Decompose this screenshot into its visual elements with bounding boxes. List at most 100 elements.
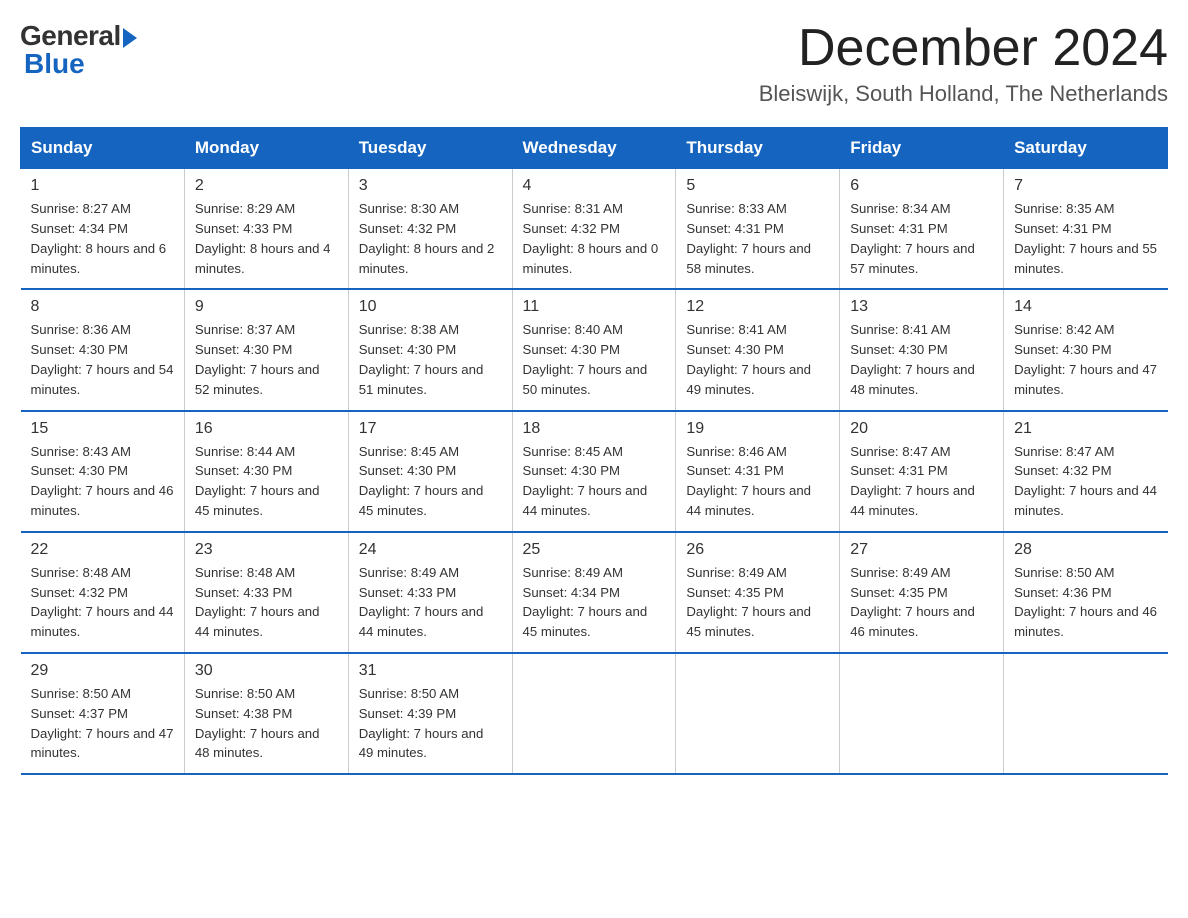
day-number: 8 (31, 298, 174, 316)
calendar-cell: 23 Sunrise: 8:48 AM Sunset: 4:33 PM Dayl… (184, 532, 348, 653)
day-info: Sunrise: 8:38 AM Sunset: 4:30 PM Dayligh… (359, 320, 502, 399)
day-number: 2 (195, 177, 338, 195)
day-info: Sunrise: 8:36 AM Sunset: 4:30 PM Dayligh… (31, 320, 174, 399)
day-info: Sunrise: 8:30 AM Sunset: 4:32 PM Dayligh… (359, 199, 502, 278)
day-info: Sunrise: 8:49 AM Sunset: 4:35 PM Dayligh… (850, 563, 993, 642)
calendar-cell: 24 Sunrise: 8:49 AM Sunset: 4:33 PM Dayl… (348, 532, 512, 653)
calendar-cell: 8 Sunrise: 8:36 AM Sunset: 4:30 PM Dayli… (21, 289, 185, 410)
day-info: Sunrise: 8:43 AM Sunset: 4:30 PM Dayligh… (31, 442, 174, 521)
calendar-week-row: 29 Sunrise: 8:50 AM Sunset: 4:37 PM Dayl… (21, 653, 1168, 774)
title-section: December 2024 Bleiswijk, South Holland, … (759, 20, 1168, 107)
calendar-cell: 29 Sunrise: 8:50 AM Sunset: 4:37 PM Dayl… (21, 653, 185, 774)
calendar-cell: 10 Sunrise: 8:38 AM Sunset: 4:30 PM Dayl… (348, 289, 512, 410)
calendar-cell: 26 Sunrise: 8:49 AM Sunset: 4:35 PM Dayl… (676, 532, 840, 653)
calendar-cell: 15 Sunrise: 8:43 AM Sunset: 4:30 PM Dayl… (21, 411, 185, 532)
day-info: Sunrise: 8:48 AM Sunset: 4:32 PM Dayligh… (31, 563, 174, 642)
day-info: Sunrise: 8:35 AM Sunset: 4:31 PM Dayligh… (1014, 199, 1157, 278)
calendar-cell: 12 Sunrise: 8:41 AM Sunset: 4:30 PM Dayl… (676, 289, 840, 410)
calendar-week-row: 15 Sunrise: 8:43 AM Sunset: 4:30 PM Dayl… (21, 411, 1168, 532)
calendar-cell (1004, 653, 1168, 774)
calendar-cell: 5 Sunrise: 8:33 AM Sunset: 4:31 PM Dayli… (676, 169, 840, 290)
day-info: Sunrise: 8:47 AM Sunset: 4:32 PM Dayligh… (1014, 442, 1157, 521)
day-info: Sunrise: 8:31 AM Sunset: 4:32 PM Dayligh… (523, 199, 666, 278)
col-friday: Friday (840, 128, 1004, 169)
calendar-cell: 2 Sunrise: 8:29 AM Sunset: 4:33 PM Dayli… (184, 169, 348, 290)
calendar-cell: 4 Sunrise: 8:31 AM Sunset: 4:32 PM Dayli… (512, 169, 676, 290)
calendar-cell: 22 Sunrise: 8:48 AM Sunset: 4:32 PM Dayl… (21, 532, 185, 653)
calendar-cell: 25 Sunrise: 8:49 AM Sunset: 4:34 PM Dayl… (512, 532, 676, 653)
calendar-cell: 13 Sunrise: 8:41 AM Sunset: 4:30 PM Dayl… (840, 289, 1004, 410)
day-info: Sunrise: 8:29 AM Sunset: 4:33 PM Dayligh… (195, 199, 338, 278)
day-number: 17 (359, 420, 502, 438)
day-info: Sunrise: 8:50 AM Sunset: 4:38 PM Dayligh… (195, 684, 338, 763)
day-info: Sunrise: 8:34 AM Sunset: 4:31 PM Dayligh… (850, 199, 993, 278)
day-number: 1 (31, 177, 174, 195)
calendar-cell: 16 Sunrise: 8:44 AM Sunset: 4:30 PM Dayl… (184, 411, 348, 532)
day-number: 10 (359, 298, 502, 316)
col-sunday: Sunday (21, 128, 185, 169)
day-number: 24 (359, 541, 502, 559)
day-number: 25 (523, 541, 666, 559)
calendar-cell (676, 653, 840, 774)
calendar-cell: 20 Sunrise: 8:47 AM Sunset: 4:31 PM Dayl… (840, 411, 1004, 532)
calendar-cell: 1 Sunrise: 8:27 AM Sunset: 4:34 PM Dayli… (21, 169, 185, 290)
day-info: Sunrise: 8:48 AM Sunset: 4:33 PM Dayligh… (195, 563, 338, 642)
day-info: Sunrise: 8:45 AM Sunset: 4:30 PM Dayligh… (359, 442, 502, 521)
day-number: 6 (850, 177, 993, 195)
day-info: Sunrise: 8:47 AM Sunset: 4:31 PM Dayligh… (850, 442, 993, 521)
day-number: 15 (31, 420, 174, 438)
col-monday: Monday (184, 128, 348, 169)
calendar-header-row: Sunday Monday Tuesday Wednesday Thursday… (21, 128, 1168, 169)
day-number: 7 (1014, 177, 1157, 195)
calendar-cell: 30 Sunrise: 8:50 AM Sunset: 4:38 PM Dayl… (184, 653, 348, 774)
calendar-cell (512, 653, 676, 774)
day-info: Sunrise: 8:27 AM Sunset: 4:34 PM Dayligh… (31, 199, 174, 278)
day-number: 20 (850, 420, 993, 438)
calendar-cell: 31 Sunrise: 8:50 AM Sunset: 4:39 PM Dayl… (348, 653, 512, 774)
day-info: Sunrise: 8:50 AM Sunset: 4:39 PM Dayligh… (359, 684, 502, 763)
calendar-cell (840, 653, 1004, 774)
logo-blue-text: Blue (20, 48, 85, 80)
day-info: Sunrise: 8:41 AM Sunset: 4:30 PM Dayligh… (686, 320, 829, 399)
day-number: 22 (31, 541, 174, 559)
calendar-cell: 18 Sunrise: 8:45 AM Sunset: 4:30 PM Dayl… (512, 411, 676, 532)
col-saturday: Saturday (1004, 128, 1168, 169)
day-info: Sunrise: 8:37 AM Sunset: 4:30 PM Dayligh… (195, 320, 338, 399)
calendar-cell: 14 Sunrise: 8:42 AM Sunset: 4:30 PM Dayl… (1004, 289, 1168, 410)
day-info: Sunrise: 8:50 AM Sunset: 4:36 PM Dayligh… (1014, 563, 1157, 642)
calendar-cell: 6 Sunrise: 8:34 AM Sunset: 4:31 PM Dayli… (840, 169, 1004, 290)
day-number: 28 (1014, 541, 1157, 559)
col-wednesday: Wednesday (512, 128, 676, 169)
calendar-cell: 28 Sunrise: 8:50 AM Sunset: 4:36 PM Dayl… (1004, 532, 1168, 653)
day-info: Sunrise: 8:33 AM Sunset: 4:31 PM Dayligh… (686, 199, 829, 278)
day-number: 30 (195, 662, 338, 680)
day-number: 16 (195, 420, 338, 438)
calendar-table: Sunday Monday Tuesday Wednesday Thursday… (20, 127, 1168, 775)
day-number: 9 (195, 298, 338, 316)
day-number: 13 (850, 298, 993, 316)
month-title: December 2024 (759, 20, 1168, 77)
day-number: 12 (686, 298, 829, 316)
day-info: Sunrise: 8:42 AM Sunset: 4:30 PM Dayligh… (1014, 320, 1157, 399)
calendar-cell: 9 Sunrise: 8:37 AM Sunset: 4:30 PM Dayli… (184, 289, 348, 410)
calendar-cell: 27 Sunrise: 8:49 AM Sunset: 4:35 PM Dayl… (840, 532, 1004, 653)
location-title: Bleiswijk, South Holland, The Netherland… (759, 81, 1168, 107)
calendar-week-row: 1 Sunrise: 8:27 AM Sunset: 4:34 PM Dayli… (21, 169, 1168, 290)
day-info: Sunrise: 8:45 AM Sunset: 4:30 PM Dayligh… (523, 442, 666, 521)
day-number: 14 (1014, 298, 1157, 316)
day-number: 23 (195, 541, 338, 559)
day-info: Sunrise: 8:49 AM Sunset: 4:35 PM Dayligh… (686, 563, 829, 642)
calendar-cell: 3 Sunrise: 8:30 AM Sunset: 4:32 PM Dayli… (348, 169, 512, 290)
day-number: 27 (850, 541, 993, 559)
day-number: 21 (1014, 420, 1157, 438)
day-number: 31 (359, 662, 502, 680)
day-info: Sunrise: 8:41 AM Sunset: 4:30 PM Dayligh… (850, 320, 993, 399)
col-thursday: Thursday (676, 128, 840, 169)
day-number: 26 (686, 541, 829, 559)
day-info: Sunrise: 8:49 AM Sunset: 4:34 PM Dayligh… (523, 563, 666, 642)
day-info: Sunrise: 8:49 AM Sunset: 4:33 PM Dayligh… (359, 563, 502, 642)
day-number: 4 (523, 177, 666, 195)
col-tuesday: Tuesday (348, 128, 512, 169)
calendar-week-row: 22 Sunrise: 8:48 AM Sunset: 4:32 PM Dayl… (21, 532, 1168, 653)
day-number: 5 (686, 177, 829, 195)
